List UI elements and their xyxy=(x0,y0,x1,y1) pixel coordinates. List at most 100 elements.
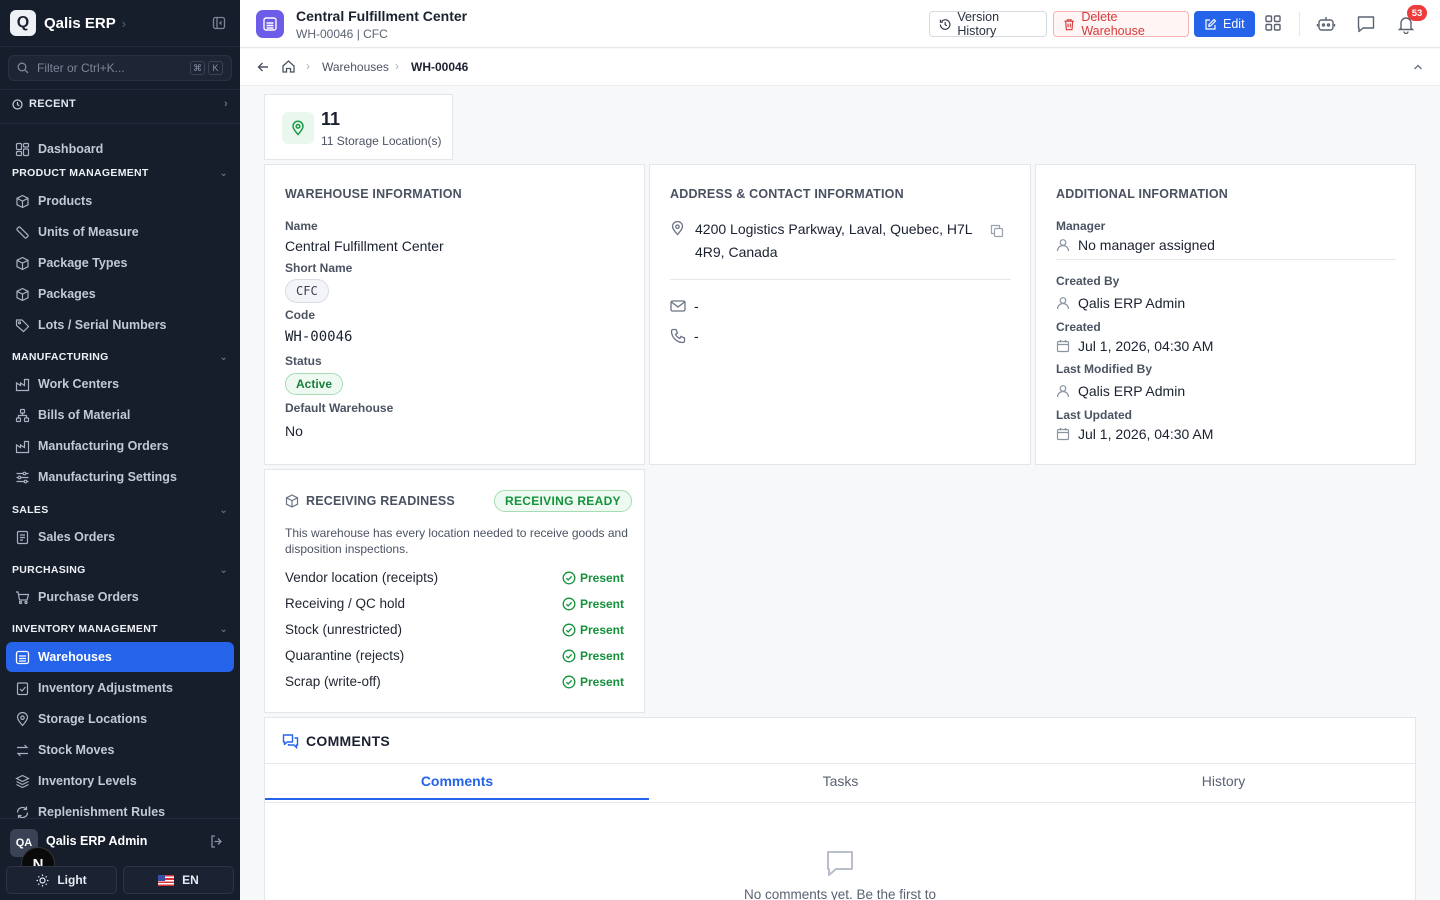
code-value: WH-00046 xyxy=(285,329,353,345)
last-updated-label: Last Updated xyxy=(1056,408,1133,422)
box-icon xyxy=(16,194,29,208)
sidebar-recent[interactable]: RECENT › xyxy=(12,98,228,110)
phone-row: - xyxy=(670,328,699,344)
sidebar-item-dashboard[interactable]: Dashboard xyxy=(6,134,234,164)
sidebar-item-inventory-adjustments[interactable]: Inventory Adjustments xyxy=(6,673,234,703)
sidebar-item-inventory-levels[interactable]: Inventory Levels xyxy=(6,766,234,796)
section-label: MANUFACTURING xyxy=(12,351,109,363)
warehouse-icon xyxy=(15,650,30,664)
sidebar-item-units-of-measure[interactable]: Units of Measure xyxy=(6,217,234,247)
breadcrumb-separator-icon: › xyxy=(395,59,399,73)
app-logo[interactable]: Q xyxy=(10,10,36,36)
sidebar-item-storage-locations[interactable]: Storage Locations xyxy=(6,704,234,734)
sidebar-collapse-icon[interactable] xyxy=(212,16,226,30)
sidebar-item-products[interactable]: Products xyxy=(6,186,234,216)
tab-history[interactable]: History xyxy=(1032,773,1415,800)
sidebar-item-packages[interactable]: Packages xyxy=(6,279,234,309)
created-label: Created xyxy=(1056,320,1101,334)
app-switch-chevron-icon[interactable]: › xyxy=(122,16,126,31)
sidebar-item-warehouses[interactable]: Warehouses xyxy=(6,642,234,672)
sidebar-item-package-types[interactable]: Package Types xyxy=(6,248,234,278)
sidebar-divider xyxy=(0,123,240,124)
sidebar-filter-input[interactable]: Filter or Ctrl+K... ⌘ K xyxy=(8,55,232,81)
sidebar-section-manufacturing[interactable]: MANUFACTURING ⌄ xyxy=(12,351,228,363)
check-circle-icon xyxy=(562,571,576,584)
chevron-right-icon: › xyxy=(224,98,228,110)
sidebar-section-sales[interactable]: SALES ⌄ xyxy=(12,504,228,516)
header-divider xyxy=(1299,12,1300,36)
sidebar-item-stock-moves[interactable]: Stock Moves xyxy=(6,735,234,765)
card-title: ADDRESS & CONTACT INFORMATION xyxy=(670,187,904,201)
storage-locations-stat-card[interactable]: 11 11 Storage Location(s) xyxy=(264,94,453,160)
app-name[interactable]: Qalis ERP xyxy=(44,15,116,32)
clock-icon xyxy=(12,98,23,110)
sidebar-item-label: Warehouses xyxy=(38,650,112,664)
clipboard-check-icon xyxy=(16,681,29,695)
chevron-up-icon[interactable] xyxy=(1412,61,1424,73)
us-flag-icon xyxy=(158,874,175,886)
theme-toggle-button[interactable]: Light xyxy=(6,866,117,894)
check-circle-icon xyxy=(562,597,576,610)
arrows-exchange-icon xyxy=(16,744,29,756)
created-by-row: Qalis ERP Admin xyxy=(1056,295,1185,311)
section-label: SALES xyxy=(12,504,49,516)
version-history-button[interactable]: Version History xyxy=(929,10,1047,38)
divider xyxy=(265,802,1415,803)
sidebar-item-work-centers[interactable]: Work Centers xyxy=(6,369,234,399)
home-icon[interactable] xyxy=(281,59,296,74)
sidebar-section-purchasing[interactable]: PURCHASING ⌄ xyxy=(12,564,228,576)
sidebar-section-product-management[interactable]: PRODUCT MANAGEMENT ⌄ xyxy=(12,167,228,179)
robot-icon[interactable] xyxy=(1316,14,1336,34)
sidebar-item-purchase-orders[interactable]: Purchase Orders xyxy=(6,582,234,612)
shortcut-key-k: K xyxy=(208,61,223,75)
dashboard-icon xyxy=(15,142,30,156)
grid-apps-icon[interactable] xyxy=(1264,14,1282,32)
sidebar-item-label: Stock Moves xyxy=(38,743,115,757)
phone-value: - xyxy=(694,328,699,344)
ruler-icon xyxy=(16,225,29,239)
sidebar-item-label: Products xyxy=(38,194,93,208)
sidebar-item-manufacturing-orders[interactable]: Manufacturing Orders xyxy=(6,431,234,461)
sidebar-item-lots-serial-numbers[interactable]: Lots / Serial Numbers xyxy=(6,310,234,340)
tab-comments[interactable]: Comments xyxy=(265,773,649,800)
status-present: Present xyxy=(562,623,624,637)
cart-icon xyxy=(16,590,30,604)
sidebar-section-inventory-management[interactable]: INVENTORY MANAGEMENT ⌄ xyxy=(12,623,228,635)
breadcrumb-warehouses-link[interactable]: Warehouses xyxy=(322,60,389,74)
delete-warehouse-button[interactable]: Delete Warehouse xyxy=(1053,10,1189,38)
mail-icon xyxy=(670,300,686,312)
address-line-2: 4R9, Canada xyxy=(695,244,778,260)
tag-icon xyxy=(15,318,30,332)
back-arrow-icon[interactable] xyxy=(256,60,270,74)
package-check-icon xyxy=(285,494,299,508)
user-name[interactable]: Qalis ERP Admin xyxy=(46,834,147,848)
sidebar-divider xyxy=(0,89,240,90)
calendar-icon xyxy=(1056,340,1070,353)
logout-icon[interactable] xyxy=(209,834,224,849)
history-icon xyxy=(939,18,951,30)
status-text: Present xyxy=(579,674,624,689)
chevron-down-icon: ⌄ xyxy=(219,167,228,179)
tab-tasks[interactable]: Tasks xyxy=(649,773,1032,800)
chevron-down-icon: ⌄ xyxy=(219,351,228,363)
last-updated-value: Jul 1, 2026, 04:30 AM xyxy=(1078,426,1214,442)
card-title: WAREHOUSE INFORMATION xyxy=(285,187,462,201)
last-modified-by-label: Last Modified By xyxy=(1056,362,1153,376)
sliders-icon xyxy=(16,471,29,483)
sidebar-item-bills-of-material[interactable]: Bills of Material xyxy=(6,400,234,430)
warehouse-information-card: WAREHOUSE INFORMATION Name Central Fulfi… xyxy=(264,164,645,465)
additional-information-card: ADDITIONAL INFORMATION Manager No manage… xyxy=(1035,164,1416,465)
receiving-row-label: Quarantine (rejects) xyxy=(285,648,405,663)
language-button[interactable]: EN xyxy=(123,866,234,894)
last-modified-by-value: Qalis ERP Admin xyxy=(1078,383,1186,399)
edit-button[interactable]: Edit xyxy=(1194,11,1255,37)
sidebar-item-sales-orders[interactable]: Sales Orders xyxy=(6,522,234,552)
sidebar-item-manufacturing-settings[interactable]: Manufacturing Settings xyxy=(6,462,234,492)
status-text: Present xyxy=(579,622,624,637)
sidebar-user-panel: QA Qalis ERP Admin N Light EN xyxy=(0,818,240,900)
factory-icon xyxy=(15,440,30,453)
section-label: PRODUCT MANAGEMENT xyxy=(12,167,149,179)
divider xyxy=(670,279,1011,280)
chat-icon[interactable] xyxy=(1356,14,1376,34)
copy-icon[interactable] xyxy=(990,224,1004,238)
